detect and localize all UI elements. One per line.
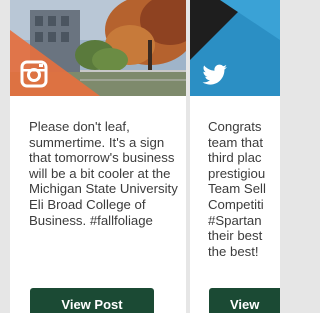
social-post-card: Congrats team that third plac prestigiou… [190,0,280,313]
post-text: Congrats team that third plac prestigiou… [208,119,266,259]
view-post-button[interactable]: View [209,288,280,313]
twitter-icon [201,60,229,88]
post-text: Please don't leaf, summertime. It's a si… [29,119,178,228]
social-post-card: Please don't leaf, summertime. It's a si… [10,0,186,313]
instagram-icon [20,60,48,88]
view-post-button[interactable]: View Post [30,288,154,313]
